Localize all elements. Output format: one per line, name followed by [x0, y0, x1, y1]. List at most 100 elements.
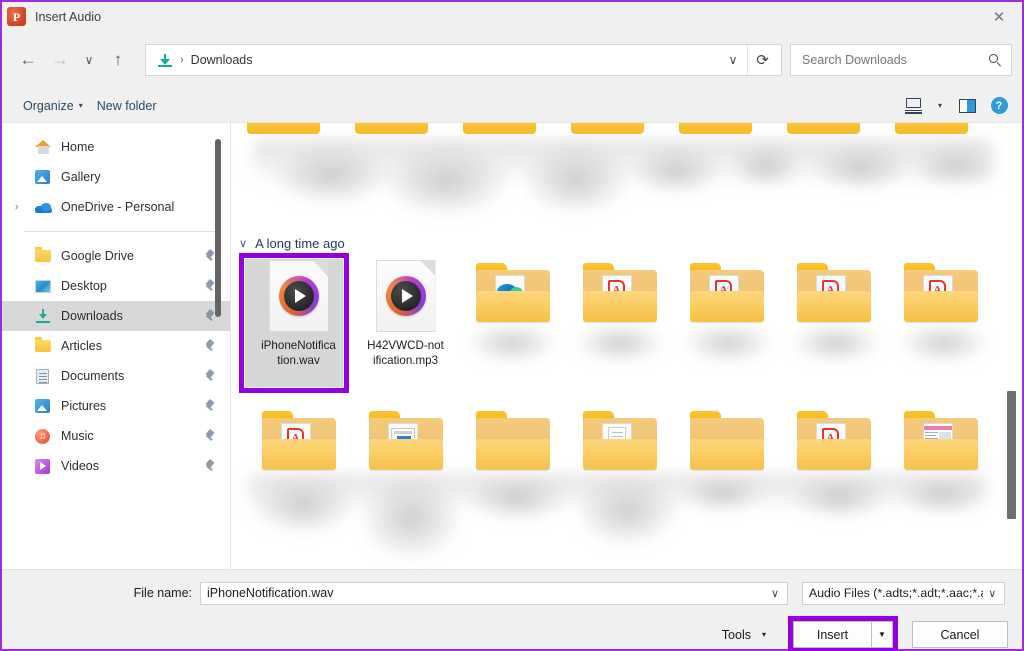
sidebar-item-google-drive[interactable]: Google Drive	[2, 241, 230, 271]
help-button[interactable]: ?	[984, 93, 1014, 119]
chevron-down-icon[interactable]: ∨	[983, 587, 1002, 600]
powerpoint-icon: P	[7, 7, 26, 26]
group-header[interactable]: ∨ A long time ago	[239, 236, 345, 251]
search-icon[interactable]	[988, 53, 1003, 68]
folder-pdf-icon: A	[262, 411, 336, 470]
folder-item[interactable]	[352, 407, 459, 470]
organize-button[interactable]: Organize ▾	[16, 94, 90, 118]
music-icon: ♫	[35, 428, 52, 445]
dialog-footer: File name: ∨ Audio Files (*.adts;*.adt;*…	[2, 569, 1022, 649]
view-options-dropdown[interactable]: ▾	[930, 93, 950, 119]
view-layout-button[interactable]	[898, 93, 928, 119]
folder-plain-icon	[690, 411, 764, 470]
folder-item[interactable]	[459, 407, 566, 470]
downloads-icon	[157, 52, 173, 68]
folder-pdf-icon: A	[690, 263, 764, 322]
folder-pdf-icon: A	[583, 263, 657, 322]
sidebar-item-label: Pictures	[61, 399, 204, 413]
navigation-sidebar: Home Gallery › OneDrive - Personal Googl…	[2, 123, 230, 569]
filename-label: File name:	[2, 586, 200, 600]
insert-button[interactable]: Insert	[793, 621, 871, 648]
chevron-down-icon[interactable]: ∨	[239, 237, 247, 250]
preview-pane-button[interactable]	[952, 93, 982, 119]
insert-dropdown-button[interactable]: ▼	[871, 621, 893, 648]
sidebar-item-label: Google Drive	[61, 249, 204, 263]
up-button[interactable]: ↑	[102, 44, 134, 76]
recent-locations-button[interactable]: ∨	[76, 44, 102, 76]
file-item-audio-selected[interactable]: iPhoneNotifica tion.wav	[245, 259, 352, 368]
documents-icon	[35, 368, 52, 385]
folder-item[interactable]: A	[780, 407, 887, 470]
sidebar-item-label: OneDrive - Personal	[61, 200, 216, 214]
file-item-audio[interactable]: H42VWCD-not ification.mp3	[352, 259, 459, 368]
preview-pane-icon	[959, 99, 976, 113]
folder-item[interactable]: A	[245, 407, 352, 470]
sidebar-item-home[interactable]: Home	[2, 132, 230, 162]
folder-icon	[35, 338, 52, 355]
sidebar-item-label: Downloads	[61, 309, 204, 323]
sidebar-scrollbar[interactable]	[211, 123, 225, 569]
cancel-button[interactable]: Cancel	[912, 621, 1008, 648]
sidebar-item-desktop[interactable]: Desktop	[2, 271, 230, 301]
command-bar-right: ▾ ?	[898, 93, 1014, 119]
sidebar-item-downloads[interactable]: Downloads	[2, 301, 230, 331]
downloads-icon	[35, 308, 52, 325]
insert-button-highlight: Insert ▼	[788, 616, 898, 651]
filename-field[interactable]: ∨	[200, 582, 788, 605]
sidebar-item-videos[interactable]: Videos	[2, 451, 230, 481]
address-bar[interactable]: › Downloads ∨ ⟳	[145, 44, 782, 76]
sidebar-item-label: Music	[61, 429, 204, 443]
sidebar-item-label: Documents	[61, 369, 204, 383]
sidebar-scrollbar-thumb[interactable]	[215, 139, 221, 317]
organize-label: Organize	[23, 99, 74, 113]
pictures-icon	[35, 398, 52, 415]
filetype-dropdown[interactable]: Audio Files (*.adts;*.adt;*.aac;*.a ∨	[802, 582, 1005, 605]
search-box[interactable]	[790, 44, 1012, 76]
refresh-icon[interactable]: ⟳	[747, 45, 777, 75]
search-input[interactable]	[802, 53, 988, 67]
file-item-label: iPhoneNotifica tion.wav	[249, 338, 349, 368]
breadcrumb[interactable]: Downloads	[191, 53, 253, 67]
sidebar-item-label: Home	[61, 140, 216, 154]
chevron-right-icon[interactable]: ›	[15, 202, 18, 213]
onedrive-cloud-icon	[35, 199, 52, 216]
sidebar-item-label: Articles	[61, 339, 204, 353]
close-icon[interactable]: ✕	[976, 2, 1022, 31]
chevron-down-icon: ▾	[79, 101, 83, 110]
sidebar-item-documents[interactable]: Documents	[2, 361, 230, 391]
folder-bluedoc-icon	[369, 411, 443, 470]
chevron-down-icon[interactable]: ∨	[765, 587, 785, 600]
sidebar-item-label: Gallery	[61, 170, 216, 184]
folder-plain-icon	[476, 411, 550, 470]
footer-buttons: Tools ▾ Insert ▼ Cancel	[712, 616, 1008, 651]
filename-input[interactable]	[207, 586, 765, 600]
folder-item[interactable]	[673, 407, 780, 470]
breadcrumb-separator: ›	[180, 54, 184, 66]
new-folder-button[interactable]: New folder	[90, 94, 164, 118]
file-grid: ∨ A long time ago iPhoneNotifica tion.wa…	[231, 123, 1022, 569]
view-layout-icon	[905, 98, 922, 113]
gallery-icon	[35, 169, 52, 186]
chevron-down-icon[interactable]: ∨	[719, 45, 747, 75]
sidebar-item-articles[interactable]: Articles	[2, 331, 230, 361]
videos-icon	[35, 458, 52, 475]
title-bar: P Insert Audio ✕	[2, 2, 1022, 31]
folder-item[interactable]	[566, 407, 673, 470]
filetype-value: Audio Files (*.adts;*.adt;*.aac;*.a	[809, 586, 983, 600]
forward-button[interactable]: →	[44, 44, 76, 76]
audio-media-icon	[269, 260, 329, 332]
sidebar-item-pictures[interactable]: Pictures	[2, 391, 230, 421]
file-item-label: H42VWCD-not ification.mp3	[356, 338, 456, 368]
file-area-scrollbar-thumb[interactable]	[1007, 391, 1016, 519]
folder-item[interactable]	[887, 407, 994, 470]
back-button[interactable]: ←	[12, 44, 44, 76]
home-icon	[35, 139, 52, 156]
dialog-body: Home Gallery › OneDrive - Personal Googl…	[2, 122, 1022, 569]
folder-teal-icon	[476, 263, 550, 322]
sidebar-item-onedrive[interactable]: › OneDrive - Personal	[2, 192, 230, 222]
tools-button[interactable]: Tools ▾	[712, 623, 776, 647]
file-list-area[interactable]: ∨ A long time ago iPhoneNotifica tion.wa…	[230, 123, 1022, 569]
sidebar-item-gallery[interactable]: Gallery	[2, 162, 230, 192]
file-area-scrollbar[interactable]	[1004, 123, 1019, 569]
sidebar-item-music[interactable]: ♫ Music	[2, 421, 230, 451]
